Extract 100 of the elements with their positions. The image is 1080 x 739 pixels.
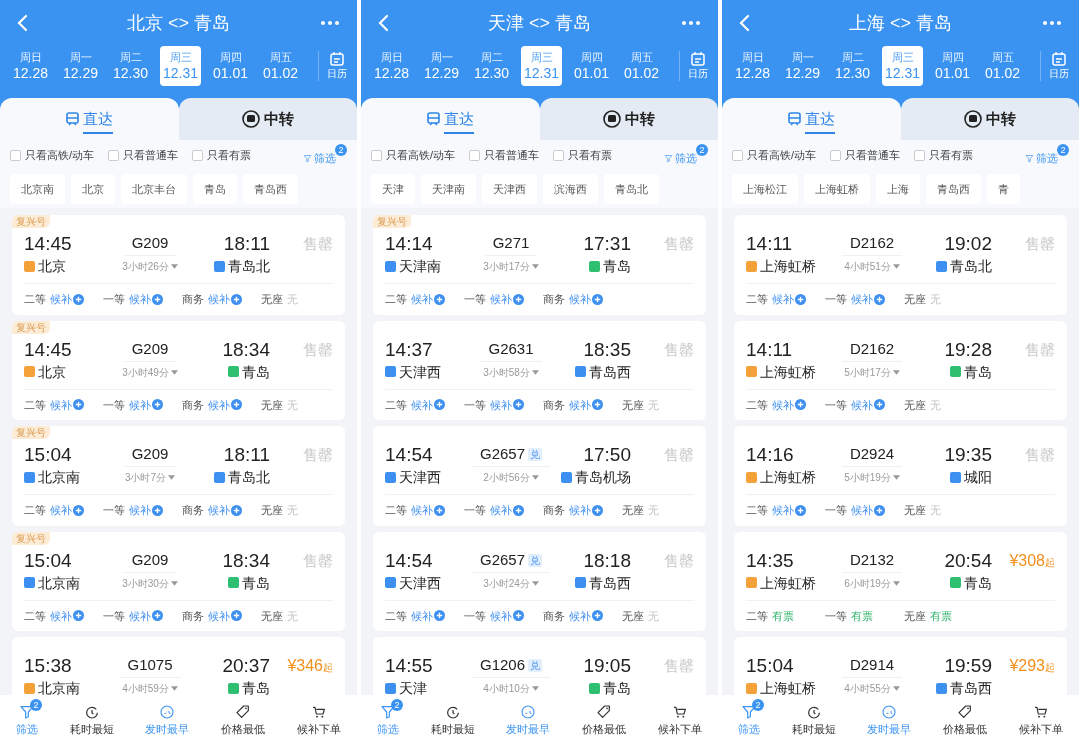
sort-button[interactable]: 候补下单 [289,698,350,736]
filter-checkbox[interactable]: 只看普通车 [830,146,901,164]
station-chip[interactable]: 青岛 [193,174,237,204]
date-tab[interactable]: 周一 12.29 [782,46,823,86]
calendar-button[interactable]: 日历 [1040,51,1069,81]
waitlist-link[interactable]: 候补 [129,502,151,519]
waitlist-link[interactable]: 候补 [851,502,873,519]
filter-checkbox[interactable]: 只看普通车 [469,146,540,164]
sort-button[interactable]: 候补下单 [650,698,711,736]
station-chip[interactable]: 青 [987,174,1020,204]
filter-button[interactable]: 筛选 2 [303,143,347,167]
sort-button[interactable]: 筛选 2 [729,698,768,736]
date-tab[interactable]: 周日 12.28 [732,46,773,86]
waitlist-link[interactable]: 候补 [129,607,151,624]
sort-button[interactable]: 筛选 2 [7,698,46,736]
date-tab[interactable]: 周四 01.01 [932,46,973,86]
sort-button[interactable]: 价格最低 [213,698,274,736]
date-tab[interactable]: 周三 12.31 [882,46,923,86]
station-chip[interactable]: 上海松江 [732,174,798,204]
waitlist-link[interactable]: 候补 [208,396,230,413]
date-tab[interactable]: 周二 12.30 [471,46,512,86]
date-tab[interactable]: 周二 12.30 [110,46,151,86]
waitlist-link[interactable]: 候补 [490,291,512,308]
station-chip[interactable]: 北京南 [10,174,65,204]
waitlist-link[interactable]: 候补 [411,291,433,308]
filter-button[interactable]: 筛选 2 [664,143,708,167]
station-chip[interactable]: 青岛西 [243,174,298,204]
date-tab[interactable]: 周二 12.30 [832,46,873,86]
sort-button[interactable]: 耗时最短 [783,698,844,736]
train-card[interactable]: 15:04 上海虹桥 D2914 4小时55分 19:59 青岛西 ¥293起 [734,637,1067,695]
waitlist-link[interactable]: 候补 [490,502,512,519]
route-tab[interactable]: 直达 [722,98,901,140]
route-tab[interactable]: 中转 [900,98,1079,140]
sort-button[interactable]: 候补下单 [1011,698,1072,736]
station-chip[interactable]: 天津南 [421,174,476,204]
calendar-button[interactable]: 日历 [679,51,708,81]
waitlist-link[interactable]: 候补 [208,291,230,308]
sort-button[interactable]: 筛选 2 [368,698,407,736]
station-chip[interactable]: 上海虹桥 [804,174,870,204]
station-chip[interactable]: 青岛西 [926,174,981,204]
train-card[interactable]: 15:38 北京南 G1075 4小时59分 20:37 青岛 ¥346起 [12,637,345,695]
sort-button[interactable]: 价格最低 [574,698,635,736]
waitlist-link[interactable]: 候补 [50,396,72,413]
station-chip[interactable]: 天津西 [482,174,537,204]
waitlist-link[interactable]: 候补 [569,396,591,413]
station-chip[interactable]: 北京丰台 [121,174,187,204]
station-chip[interactable]: 北京 [71,174,115,204]
route-tab[interactable]: 直达 [0,98,179,140]
waitlist-link[interactable]: 候补 [129,396,151,413]
date-tab[interactable]: 周三 12.31 [521,46,562,86]
waitlist-link[interactable]: 候补 [50,291,72,308]
filter-checkbox[interactable]: 只看有票 [914,146,974,164]
waitlist-link[interactable]: 候补 [50,607,72,624]
sort-button[interactable]: 发时最早 [498,698,559,736]
sort-button[interactable]: 发时最早 [859,698,920,736]
waitlist-link[interactable]: 候补 [129,291,151,308]
date-tab[interactable]: 周五 01.02 [982,46,1023,86]
station-chip[interactable]: 青岛北 [604,174,659,204]
filter-checkbox[interactable]: 只看高铁/动车 [371,146,456,164]
train-card[interactable]: 14:35 上海虹桥 D2132 6小时19分 20:54 青岛 ¥308起 二等 有票 一等 有票 无座 有票 [734,531,1067,631]
waitlist-link[interactable]: 候补 [569,502,591,519]
waitlist-link[interactable]: 候补 [772,396,794,413]
calendar-button[interactable]: 日历 [318,51,347,81]
filter-checkbox[interactable]: 只看高铁/动车 [732,146,817,164]
date-tab[interactable]: 周三 12.31 [160,46,201,86]
filter-checkbox[interactable]: 只看普通车 [108,146,179,164]
station-chip[interactable]: 滨海西 [543,174,598,204]
date-tab[interactable]: 周一 12.29 [421,46,462,86]
waitlist-link[interactable]: 候补 [411,502,433,519]
waitlist-link[interactable]: 候补 [569,607,591,624]
filter-checkbox[interactable]: 只看有票 [192,146,252,164]
date-tab[interactable]: 周四 01.01 [210,46,251,86]
waitlist-link[interactable]: 候补 [208,502,230,519]
filter-button[interactable]: 筛选 2 [1025,143,1069,167]
waitlist-link[interactable]: 候补 [411,396,433,413]
route-tab[interactable]: 中转 [539,98,718,140]
waitlist-link[interactable]: 候补 [772,502,794,519]
waitlist-link[interactable]: 候补 [772,291,794,308]
waitlist-link[interactable]: 候补 [851,396,873,413]
date-tab[interactable]: 周四 01.01 [571,46,612,86]
waitlist-link[interactable]: 候补 [490,396,512,413]
date-tab[interactable]: 周五 01.02 [260,46,301,86]
waitlist-link[interactable]: 候补 [569,291,591,308]
sort-button[interactable]: 耗时最短 [61,698,122,736]
sort-button[interactable]: 发时最早 [137,698,198,736]
station-chip[interactable]: 天津 [371,174,415,204]
waitlist-link[interactable]: 候补 [50,502,72,519]
waitlist-link[interactable]: 候补 [490,607,512,624]
filter-checkbox[interactable]: 只看有票 [553,146,613,164]
date-tab[interactable]: 周五 01.02 [621,46,662,86]
date-tab[interactable]: 周日 12.28 [10,46,51,86]
route-tab[interactable]: 中转 [178,98,357,140]
waitlist-link[interactable]: 候补 [851,291,873,308]
filter-checkbox[interactable]: 只看高铁/动车 [10,146,95,164]
sort-button[interactable]: 价格最低 [935,698,996,736]
waitlist-link[interactable]: 候补 [411,607,433,624]
route-tab[interactable]: 直达 [361,98,540,140]
waitlist-link[interactable]: 候补 [208,607,230,624]
sort-button[interactable]: 耗时最短 [422,698,483,736]
date-tab[interactable]: 周日 12.28 [371,46,412,86]
